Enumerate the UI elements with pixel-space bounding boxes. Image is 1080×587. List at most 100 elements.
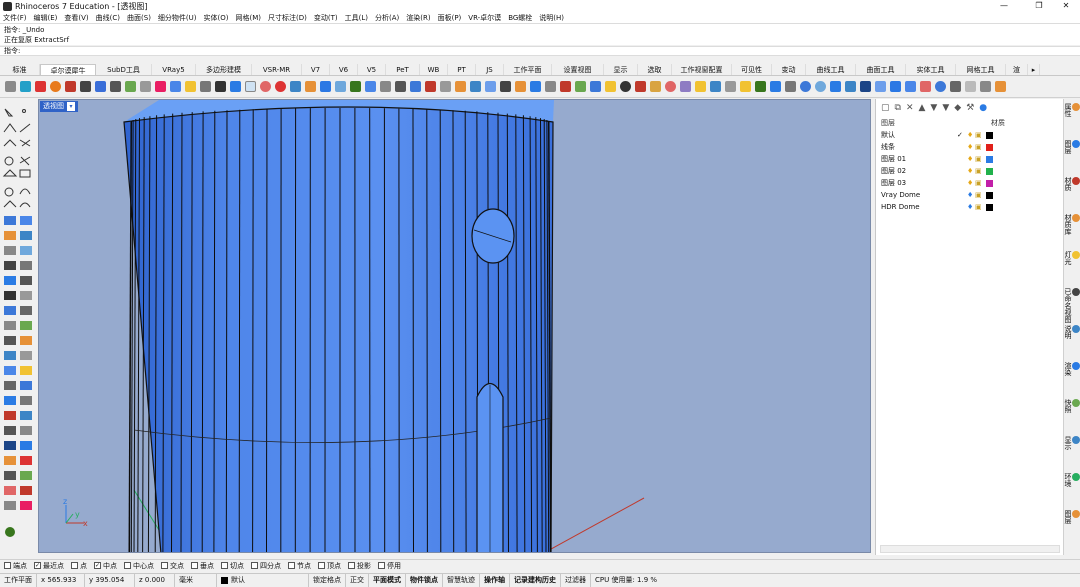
current-layer-check[interactable]: ✓ <box>957 131 967 139</box>
tag-icon[interactable]: ◆ <box>954 103 961 113</box>
tool-icon-14[interactable] <box>200 81 211 92</box>
move-down-icon[interactable]: ▼ <box>930 103 937 113</box>
osnap-item[interactable]: 点 <box>71 561 87 571</box>
osnap-checkbox[interactable] <box>4 562 11 569</box>
tool-icon-16[interactable] <box>230 81 241 92</box>
menu-help[interactable]: 说明(H) <box>539 13 564 23</box>
tab-poly-modeling[interactable]: 多边形建模 <box>196 64 252 75</box>
tool-icon-18[interactable] <box>260 81 271 92</box>
tool-icon-54[interactable] <box>800 81 811 92</box>
tab-vray5[interactable]: VRay5 <box>152 64 196 75</box>
menu-bg-bolt[interactable]: BG螺栓 <box>508 13 532 23</box>
tab-visibility[interactable]: 可见性 <box>732 64 772 75</box>
tool-icon-42[interactable] <box>620 81 631 92</box>
tab-mesh-tools[interactable]: 网格工具 <box>956 64 1006 75</box>
tool-icon-60[interactable] <box>890 81 901 92</box>
tool-icon-21[interactable] <box>305 81 316 92</box>
osnap-checkbox[interactable] <box>318 562 325 569</box>
tool-icon-43[interactable] <box>635 81 646 92</box>
osnap-item[interactable]: 节点 <box>288 561 311 571</box>
tool-icon-13[interactable] <box>185 81 196 92</box>
side-tab[interactable]: 显示 <box>1065 436 1080 450</box>
tool-icon-3[interactable] <box>35 81 46 92</box>
menu-panels[interactable]: 面板(P) <box>438 13 462 23</box>
tool-icon-15[interactable] <box>215 81 226 92</box>
tab-curve-tools[interactable]: 曲线工具 <box>806 64 856 75</box>
tool-icon-58[interactable] <box>860 81 871 92</box>
layer-color-swatch[interactable] <box>986 180 993 187</box>
layer-row[interactable]: 线条♦▣ <box>876 141 1063 153</box>
lock-icon[interactable]: ▣ <box>975 131 984 139</box>
osnap-checkbox[interactable] <box>251 562 258 569</box>
tool-icon-4[interactable] <box>50 81 61 92</box>
tool-icon-62[interactable] <box>920 81 931 92</box>
delete-layer-icon[interactable]: ✕ <box>906 103 914 113</box>
tool-icon-53[interactable] <box>785 81 796 92</box>
new-sublayer-icon[interactable]: ⧉ <box>895 103 901 113</box>
tool-icon-26[interactable] <box>380 81 391 92</box>
tool-icon-61[interactable] <box>905 81 916 92</box>
side-tab[interactable]: 图层 <box>1065 510 1080 524</box>
toggle-smarttrack[interactable]: 智慧轨迹 <box>443 574 480 587</box>
toggle-ortho[interactable]: 正交 <box>346 574 369 587</box>
tool-icon-11[interactable] <box>155 81 166 92</box>
lock-icon[interactable]: ▣ <box>975 167 984 175</box>
tool-icon-25[interactable] <box>365 81 376 92</box>
tool-icon-2[interactable] <box>20 81 31 92</box>
tab-viewport-layout[interactable]: 工作视窗配置 <box>672 64 732 75</box>
layer-row[interactable]: 默认✓♦▣ <box>876 129 1063 141</box>
tool-icon-9[interactable] <box>125 81 136 92</box>
tool-icon-10[interactable] <box>140 81 151 92</box>
layer-color-swatch[interactable] <box>986 168 993 175</box>
osnap-checkbox[interactable] <box>288 562 295 569</box>
osnap-checkbox[interactable] <box>71 562 78 569</box>
tool-icon-27[interactable] <box>395 81 406 92</box>
lock-icon[interactable]: ▣ <box>975 191 984 199</box>
side-tab[interactable]: 说明 <box>1065 325 1080 339</box>
lock-icon[interactable]: ▣ <box>975 179 984 187</box>
tab-cplane[interactable]: 工作平面 <box>504 64 552 75</box>
layer-color-swatch[interactable] <box>986 156 993 163</box>
tool-icon-36[interactable] <box>530 81 541 92</box>
tab-pet[interactable]: PeT <box>386 64 420 75</box>
tool-icon-28[interactable] <box>410 81 421 92</box>
side-tab[interactable]: 属性 <box>1065 103 1080 117</box>
tool-icon-30[interactable] <box>440 81 451 92</box>
side-tab[interactable]: 环境 <box>1065 473 1080 487</box>
close-button[interactable]: ✕ <box>1051 0 1080 12</box>
tab-solid-tools[interactable]: 实体工具 <box>906 64 956 75</box>
osnap-checkbox[interactable] <box>348 562 355 569</box>
osnap-checkbox[interactable] <box>221 562 228 569</box>
osnap-item[interactable]: 端点 <box>4 561 27 571</box>
tool-icon-20[interactable] <box>290 81 301 92</box>
menu-edit[interactable]: 编辑(E) <box>34 13 58 23</box>
tool-icon-57[interactable] <box>845 81 856 92</box>
tool-icon-35[interactable] <box>515 81 526 92</box>
osnap-checkbox[interactable] <box>191 562 198 569</box>
minimize-button[interactable]: — <box>989 0 1019 12</box>
tool-icon-48[interactable] <box>710 81 721 92</box>
side-tab[interactable]: 图层 <box>1065 140 1080 154</box>
osnap-item[interactable]: 交点 <box>161 561 184 571</box>
tab-vsr-mr[interactable]: VSR-MR <box>252 64 302 75</box>
osnap-item[interactable]: ✓最近点 <box>34 561 64 571</box>
menu-mesh[interactable]: 网格(M) <box>236 13 262 23</box>
side-tab[interactable]: 已命名视图 <box>1065 288 1080 323</box>
side-tab[interactable]: 渲染 <box>1065 362 1080 376</box>
perspective-viewport[interactable]: z y x 透视图 ▾ <box>38 99 871 553</box>
tool-icon-59[interactable] <box>875 81 886 92</box>
viewport-menu-chevron-down-icon[interactable]: ▾ <box>67 102 75 111</box>
tab-display[interactable]: 显示 <box>604 64 638 75</box>
tab-select[interactable]: 选取 <box>638 64 672 75</box>
tool-icon-66[interactable] <box>980 81 991 92</box>
osnap-item[interactable]: 投影 <box>348 561 371 571</box>
tool-icon-19[interactable] <box>275 81 286 92</box>
tab-zhuoermo[interactable]: 卓尔谟犀牛 <box>40 64 96 75</box>
tool-icon-47[interactable] <box>695 81 706 92</box>
toggle-grid-snap[interactable]: 锁定格点 <box>309 574 346 587</box>
osnap-item[interactable]: 顶点 <box>318 561 341 571</box>
tab-subd-tools[interactable]: SubD工具 <box>96 64 152 75</box>
maximize-button[interactable]: ❐ <box>1024 0 1054 12</box>
help-icon[interactable]: ● <box>979 103 987 113</box>
layers-hscrollbar[interactable] <box>880 545 1060 553</box>
